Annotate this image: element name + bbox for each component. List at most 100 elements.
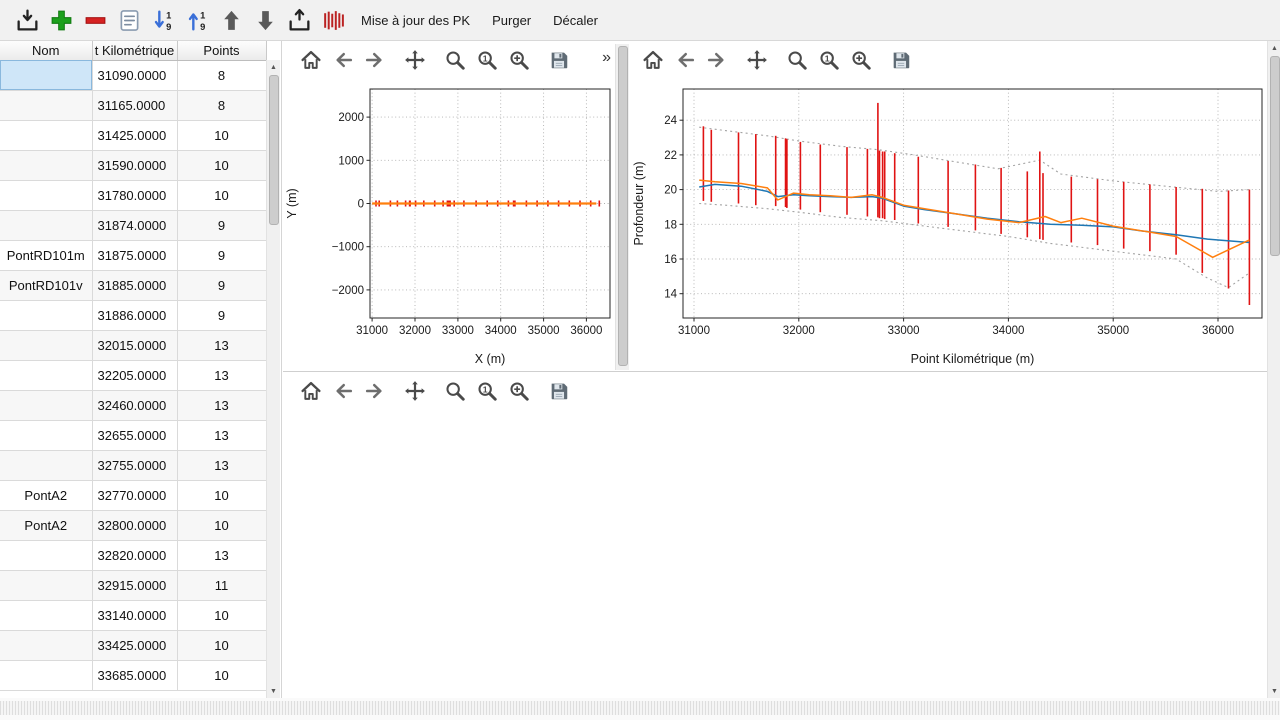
cell-points[interactable]: 9 [177,240,266,270]
back-button[interactable] [669,45,701,75]
table-row[interactable]: 32205.000013 [0,360,266,390]
cell-nom[interactable] [0,660,92,690]
table-row[interactable]: 32015.000013 [0,330,266,360]
back-button[interactable] [327,45,359,75]
table-row[interactable]: 31886.00009 [0,300,266,330]
zoom-rect-button[interactable] [503,376,535,406]
panel-vertical-scrollbar[interactable]: ▲ ▼ [1267,41,1280,698]
back-button[interactable] [327,376,359,406]
cell-nom[interactable] [0,600,92,630]
table-row[interactable]: 33685.000010 [0,660,266,690]
save-figure-button[interactable] [885,45,917,75]
table-row[interactable]: 31780.000010 [0,180,266,210]
cell-points[interactable]: 13 [177,420,266,450]
cell-nom[interactable]: PontA2 [0,510,92,540]
cell-pk[interactable]: 33685.0000 [92,660,177,690]
cell-pk[interactable]: 32460.0000 [92,390,177,420]
cell-pk[interactable]: 31885.0000 [92,270,177,300]
cell-points[interactable]: 10 [177,150,266,180]
zoom-button[interactable] [439,45,471,75]
table-row[interactable]: PontRD101v31885.00009 [0,270,266,300]
cell-points[interactable]: 13 [177,390,266,420]
sections-button[interactable] [318,5,348,35]
cell-points[interactable]: 10 [177,480,266,510]
scrollbar-down-arrow-icon[interactable]: ▼ [1268,684,1280,698]
update-pk-button[interactable]: Mise à jour des PK [352,5,479,35]
scrollbar-up-arrow-icon[interactable]: ▲ [1268,41,1280,55]
plan-chart-canvas[interactable]: 310003200033000340003500036000−2000−1000… [283,76,615,370]
plan-scrollbar-thumb[interactable] [618,46,628,366]
forward-button[interactable] [359,45,391,75]
save-figure-button[interactable] [543,376,575,406]
home-button[interactable] [637,45,669,75]
move-down-button[interactable] [250,5,280,35]
cell-pk[interactable]: 32755.0000 [92,450,177,480]
cell-pk[interactable]: 32800.0000 [92,510,177,540]
move-up-button[interactable] [216,5,246,35]
cell-nom[interactable] [0,90,92,120]
cell-points[interactable]: 13 [177,360,266,390]
cell-points[interactable]: 13 [177,450,266,480]
cell-nom[interactable] [0,60,92,90]
export-button[interactable] [284,5,314,35]
forward-button[interactable] [359,376,391,406]
cell-points[interactable]: 10 [177,660,266,690]
table-row[interactable]: PontA232770.000010 [0,480,266,510]
cell-points[interactable]: 13 [177,540,266,570]
table-row[interactable]: 31165.00008 [0,90,266,120]
remove-profile-button[interactable] [80,5,110,35]
forward-button[interactable] [701,45,733,75]
cell-nom[interactable] [0,300,92,330]
panel-scrollbar-thumb[interactable] [1270,56,1280,256]
cell-pk[interactable]: 31874.0000 [92,210,177,240]
cell-pk[interactable]: 31780.0000 [92,180,177,210]
cell-nom[interactable] [0,360,92,390]
table-vertical-scrollbar[interactable]: ▲ ▼ [266,60,280,698]
cell-points[interactable]: 11 [177,570,266,600]
scrollbar-down-arrow-icon[interactable]: ▼ [267,684,280,698]
cell-nom[interactable] [0,180,92,210]
cell-points[interactable]: 8 [177,60,266,90]
table-row[interactable]: 31874.00009 [0,210,266,240]
cell-pk[interactable]: 31875.0000 [92,240,177,270]
cell-pk[interactable]: 32915.0000 [92,570,177,600]
table-row[interactable]: PontA232800.000010 [0,510,266,540]
table-row[interactable]: 33140.000010 [0,600,266,630]
zoom-original-button[interactable]: 1 [813,45,845,75]
cell-pk[interactable]: 33425.0000 [92,630,177,660]
sort-descending-button[interactable]: 19 [148,5,178,35]
edit-notes-button[interactable] [114,5,144,35]
cell-pk[interactable]: 31165.0000 [92,90,177,120]
cell-nom[interactable] [0,450,92,480]
shift-button[interactable]: Décaler [544,5,607,35]
cell-nom[interactable] [0,540,92,570]
zoom-original-button[interactable]: 1 [471,376,503,406]
bottom-resize-strip[interactable] [0,698,1280,720]
column-header-nom[interactable]: Nom [0,41,92,60]
cell-points[interactable]: 10 [177,180,266,210]
table-row[interactable]: PontRD101m31875.00009 [0,240,266,270]
cell-pk[interactable]: 31425.0000 [92,120,177,150]
cell-points[interactable]: 8 [177,90,266,120]
cell-points[interactable]: 9 [177,300,266,330]
cell-points[interactable]: 10 [177,120,266,150]
table-row[interactable]: 32820.000013 [0,540,266,570]
column-header-points[interactable]: Points [177,41,266,60]
pan-button[interactable] [741,45,773,75]
purge-button[interactable]: Purger [483,5,540,35]
table-row[interactable]: 31090.00008 [0,60,266,90]
table-row[interactable]: 31590.000010 [0,150,266,180]
cell-nom[interactable]: PontRD101m [0,240,92,270]
zoom-rect-button[interactable] [845,45,877,75]
cell-pk[interactable]: 31886.0000 [92,300,177,330]
cell-pk[interactable]: 31590.0000 [92,150,177,180]
pan-button[interactable] [399,376,431,406]
cell-pk[interactable]: 31090.0000 [92,60,177,90]
toolbar-overflow-button[interactable]: » [602,49,611,67]
table-row[interactable]: 32755.000013 [0,450,266,480]
cell-nom[interactable] [0,210,92,240]
cell-pk[interactable]: 32820.0000 [92,540,177,570]
cell-nom[interactable] [0,150,92,180]
save-figure-button[interactable] [543,45,575,75]
import-button[interactable] [12,5,42,35]
